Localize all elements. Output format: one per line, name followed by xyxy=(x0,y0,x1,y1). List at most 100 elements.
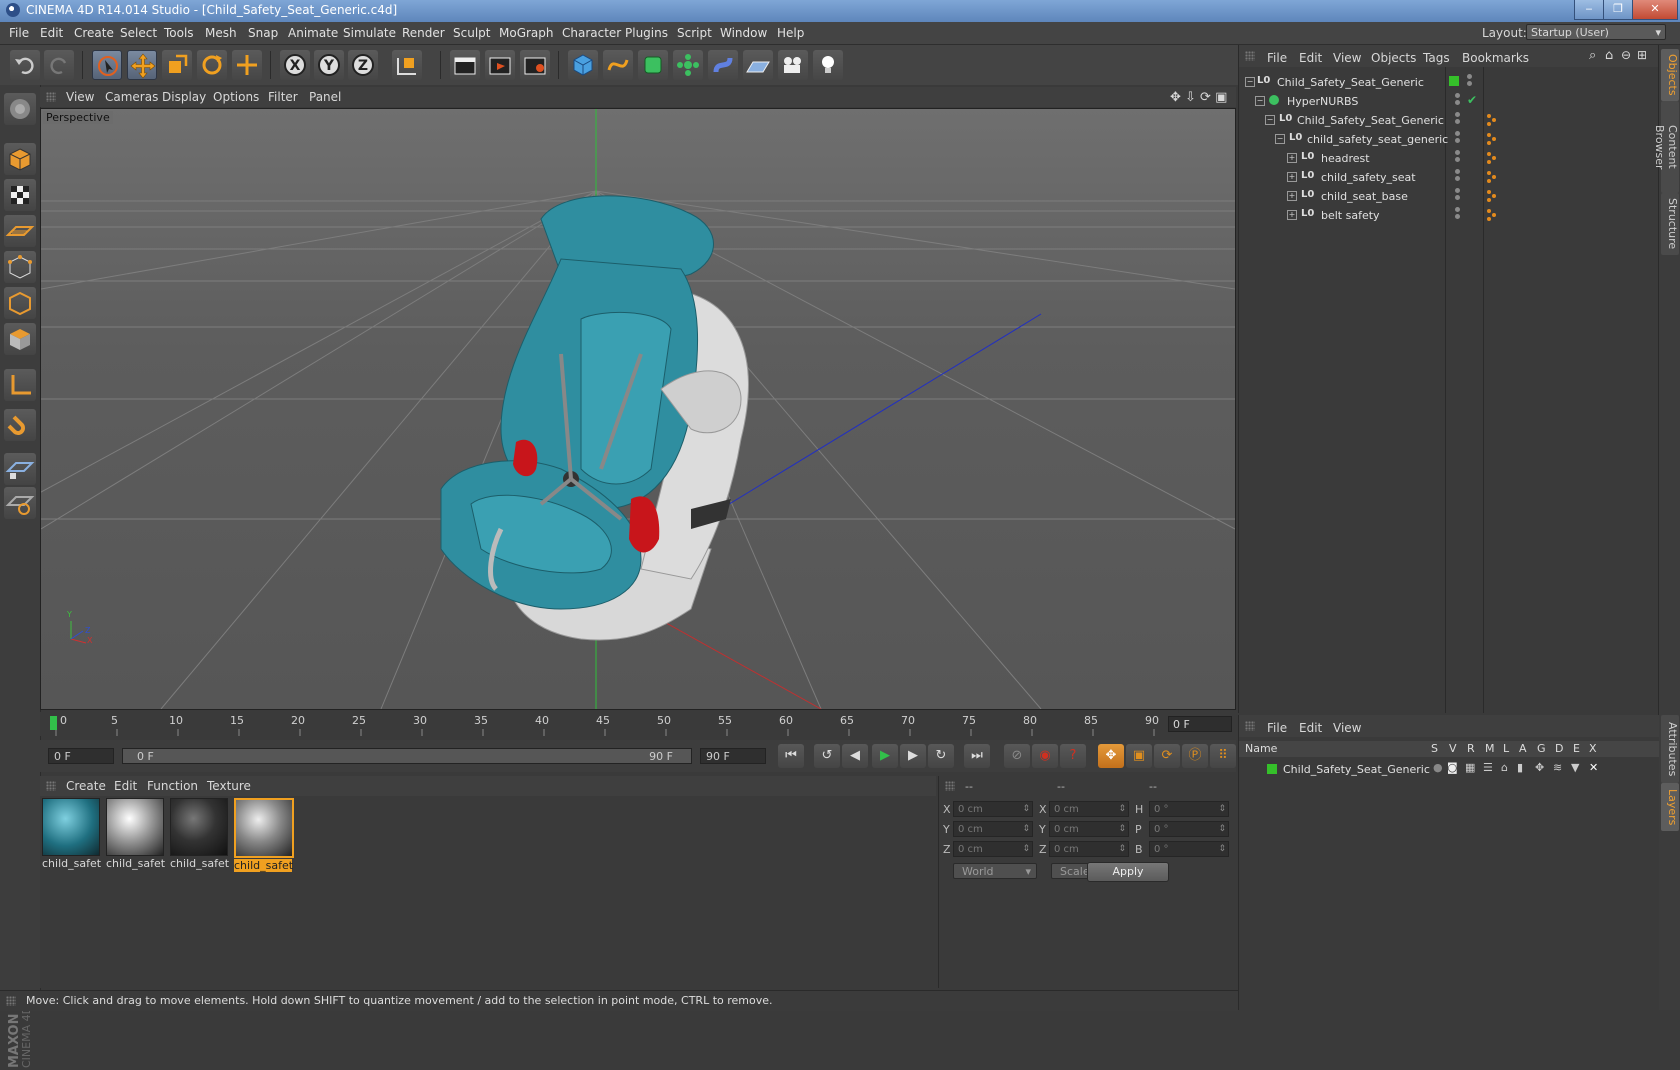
visible-eye-icon[interactable]: ◙ xyxy=(1447,761,1458,774)
menu-sculpt[interactable]: Sculpt xyxy=(453,26,490,40)
viewport-menu-panel[interactable]: Panel xyxy=(309,90,341,104)
viewport-menu-display[interactable]: Display xyxy=(162,90,206,104)
material-swatch[interactable]: child_safet xyxy=(106,798,165,872)
animation-icon[interactable]: ▮ xyxy=(1517,761,1523,774)
3d-viewport[interactable]: Perspective Y X Z xyxy=(40,108,1236,710)
key-scale-icon[interactable]: ▣ xyxy=(1126,744,1152,768)
rotation-h-field[interactable]: 0 ° xyxy=(1149,801,1229,817)
menu-plugins[interactable]: Plugins xyxy=(625,26,668,40)
size-x-field[interactable]: 0 cm xyxy=(1049,801,1129,817)
collapse-toggle[interactable]: − xyxy=(1265,115,1275,125)
menu-render[interactable]: Render xyxy=(402,26,445,40)
enabled-check-icon[interactable]: ✔ xyxy=(1467,93,1477,107)
menu-window[interactable]: Window xyxy=(720,26,767,40)
keyframe-selection-icon[interactable]: ? xyxy=(1060,744,1086,768)
size-z-field[interactable]: 0 cm xyxy=(1049,841,1129,857)
object-row[interactable]: − HyperNURBS ✔ xyxy=(1239,91,1659,111)
minimize-button[interactable]: ‒ xyxy=(1574,0,1604,20)
tab-layers[interactable]: Layers xyxy=(1661,783,1679,831)
key-parameter-icon[interactable]: Ⓟ xyxy=(1182,744,1208,768)
next-key-icon[interactable]: ↻ xyxy=(928,744,954,768)
panel-grip[interactable] xyxy=(46,781,56,791)
record-active-icon[interactable]: ⊘ xyxy=(1004,744,1030,768)
nurbs-icon[interactable] xyxy=(638,50,668,80)
search-icon[interactable]: ⌕ xyxy=(1589,48,1596,63)
scale-tool-icon[interactable] xyxy=(162,50,192,80)
menu-mograph[interactable]: MoGraph xyxy=(499,26,554,40)
object-row[interactable]: + L0 child_seat_base xyxy=(1239,186,1659,206)
viewport-menu-view[interactable]: View xyxy=(66,90,94,104)
expression-icon[interactable]: ▼ xyxy=(1571,761,1579,774)
end-frame-field[interactable]: 90 F xyxy=(700,748,766,764)
object-row[interactable]: − L0 Child_Safety_Seat_Generic xyxy=(1239,110,1659,130)
object-row[interactable]: + L0 headrest xyxy=(1239,148,1659,168)
make-editable-icon[interactable] xyxy=(4,93,36,125)
material-menu-texture[interactable]: Texture xyxy=(207,779,251,793)
layers-menu-edit[interactable]: Edit xyxy=(1299,721,1322,735)
material-tag-icon[interactable] xyxy=(1487,190,1497,202)
solo-icon[interactable]: ● xyxy=(1433,761,1443,774)
floor-environment-icon[interactable] xyxy=(743,50,773,80)
panel-grip[interactable] xyxy=(945,781,955,791)
y-axis-lock-icon[interactable]: Y xyxy=(314,50,344,80)
expand-toggle[interactable]: + xyxy=(1287,172,1297,182)
z-axis-lock-icon[interactable]: Z xyxy=(348,50,378,80)
collapse-toggle[interactable]: − xyxy=(1255,96,1265,106)
viewport-menu-filter[interactable]: Filter xyxy=(268,90,298,104)
workplane-icon[interactable] xyxy=(4,215,36,247)
coordinate-space-select[interactable]: World xyxy=(953,863,1037,879)
layers-menu-file[interactable]: File xyxy=(1267,721,1287,735)
generator-icon[interactable]: ✥ xyxy=(1535,761,1544,774)
recent-tool-icon[interactable] xyxy=(232,50,262,80)
viewport-menu-cameras[interactable]: Cameras xyxy=(105,90,158,104)
objects-menu-view[interactable]: View xyxy=(1333,51,1361,65)
tab-attributes[interactable]: Attributes xyxy=(1661,715,1679,783)
position-y-field[interactable]: 0 cm xyxy=(953,821,1033,837)
objects-menu-edit[interactable]: Edit xyxy=(1299,51,1322,65)
objects-menu-tags[interactable]: Tags xyxy=(1423,51,1450,65)
maximize-button[interactable]: ❐ xyxy=(1603,0,1633,20)
start-frame-field[interactable]: 0 F xyxy=(48,748,114,764)
workplane-lock-icon[interactable] xyxy=(4,453,36,485)
material-tag-icon[interactable] xyxy=(1487,152,1497,164)
key-position-icon[interactable]: ✥ xyxy=(1098,744,1124,768)
menu-edit[interactable]: Edit xyxy=(40,26,63,40)
panel-grip[interactable] xyxy=(6,996,16,1006)
current-frame-field[interactable]: 0 F xyxy=(1168,716,1232,732)
home-icon[interactable]: ⌂ xyxy=(1605,48,1613,63)
objects-menu-file[interactable]: File xyxy=(1267,51,1287,65)
viewport-menu-options[interactable]: Options xyxy=(213,90,259,104)
deformer-icon[interactable] xyxy=(708,50,738,80)
menu-select[interactable]: Select xyxy=(120,26,157,40)
axis-mode-icon[interactable] xyxy=(4,369,36,401)
light-icon[interactable] xyxy=(813,50,843,80)
array-icon[interactable] xyxy=(673,50,703,80)
model-mode-icon[interactable] xyxy=(4,143,36,175)
manager-icon[interactable]: ☰ xyxy=(1483,761,1493,774)
object-row[interactable]: − L0 child_safety_seat_generic xyxy=(1239,129,1659,149)
menu-script[interactable]: Script xyxy=(677,26,712,40)
render-settings-icon[interactable] xyxy=(520,50,550,80)
apply-button[interactable]: Apply xyxy=(1087,862,1169,882)
new-view-icon[interactable]: ⊞ xyxy=(1637,48,1647,62)
viewport-navigate-icons[interactable]: ✥ ⇩ ⟳ ▣ xyxy=(1170,90,1227,105)
material-swatch[interactable]: child_safet xyxy=(170,798,229,872)
material-swatch[interactable]: child_safet xyxy=(234,798,294,872)
tab-objects[interactable]: Objects xyxy=(1661,49,1679,101)
camera-icon[interactable] xyxy=(778,50,808,80)
planar-workplane-icon[interactable] xyxy=(4,487,36,519)
objects-menu-objects[interactable]: Objects xyxy=(1371,51,1416,65)
close-button[interactable]: ✕ xyxy=(1632,0,1678,20)
go-to-end-icon[interactable]: ⏭ xyxy=(964,744,990,768)
layers-menu-view[interactable]: View xyxy=(1333,721,1361,735)
live-selection-icon[interactable] xyxy=(92,50,122,80)
layout-select[interactable]: Startup (User) xyxy=(1526,24,1666,41)
panel-grip[interactable] xyxy=(46,92,56,102)
menu-animate[interactable]: Animate xyxy=(288,26,338,40)
undo-button[interactable] xyxy=(10,50,40,80)
material-swatch[interactable]: child_safet xyxy=(42,798,101,872)
xref-icon[interactable]: ✕ xyxy=(1589,761,1598,774)
render-view-icon[interactable] xyxy=(450,50,480,80)
position-x-field[interactable]: 0 cm xyxy=(953,801,1033,817)
polygons-mode-icon[interactable] xyxy=(4,323,36,355)
